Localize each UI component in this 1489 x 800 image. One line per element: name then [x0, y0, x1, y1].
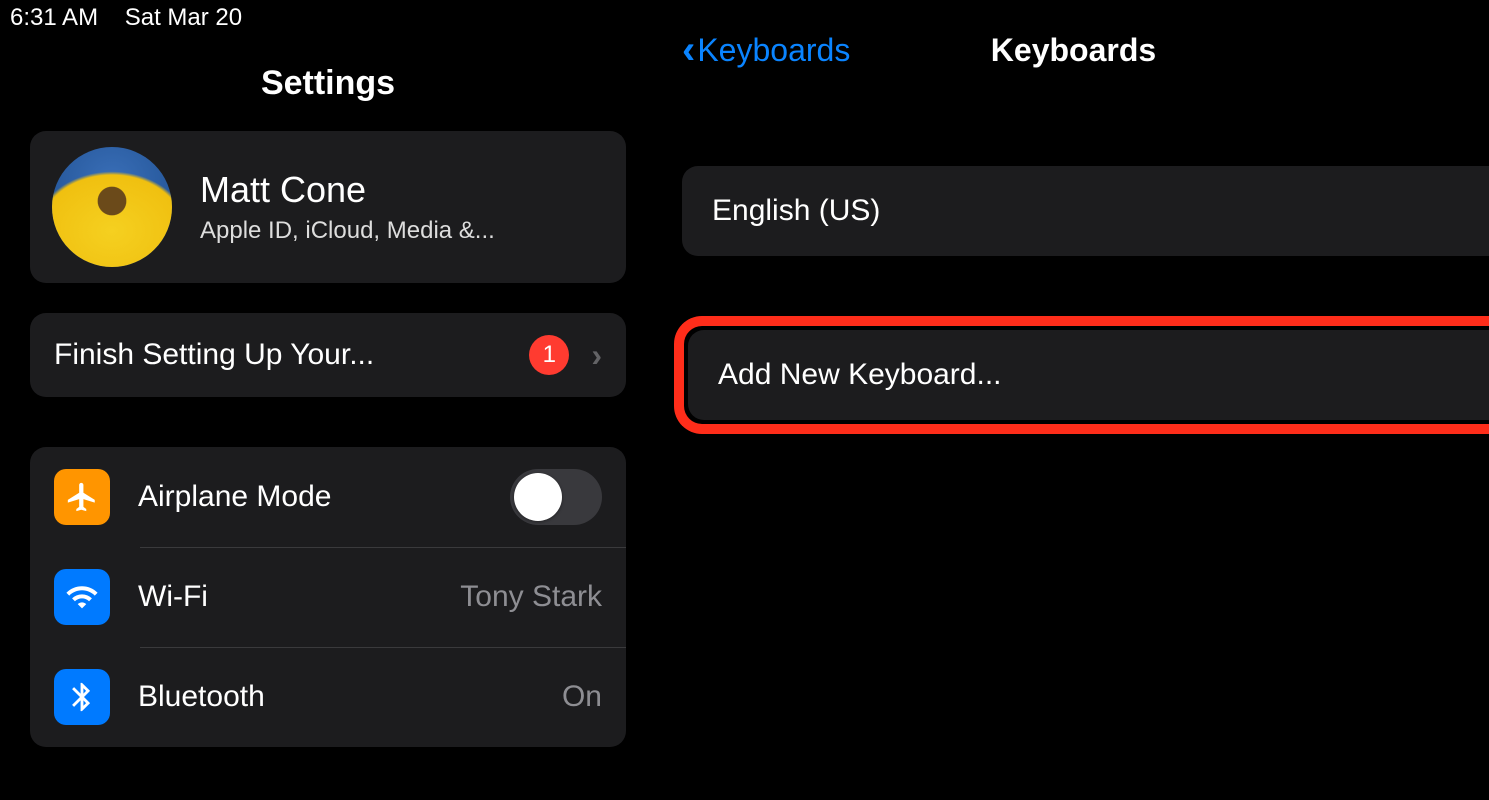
- bluetooth-value: On: [562, 680, 602, 714]
- badge: 1: [529, 335, 569, 375]
- chevron-left-icon: ‹: [682, 30, 695, 70]
- back-button[interactable]: ‹ Keyboards: [682, 30, 850, 70]
- airplane-icon: [54, 469, 110, 525]
- avatar: [52, 147, 172, 267]
- row-label: Airplane Mode: [138, 480, 331, 514]
- finish-setup-group: Finish Setting Up Your... 1 ›: [30, 313, 626, 397]
- profile-name: Matt Cone: [200, 169, 495, 211]
- finish-setup-label: Finish Setting Up Your...: [54, 338, 374, 372]
- finish-setup-cell[interactable]: Finish Setting Up Your... 1 ›: [30, 313, 626, 397]
- profile-text: Matt Cone Apple ID, iCloud, Media &...: [200, 169, 495, 245]
- detail-panel: ‹ Keyboards Keyboards English (US) Add N…: [658, 0, 1489, 800]
- row-label: Bluetooth: [138, 680, 265, 714]
- chevron-right-icon: ›: [591, 337, 602, 374]
- status-time: 6:31 AM: [10, 4, 98, 31]
- bluetooth-cell[interactable]: Bluetooth On: [30, 647, 626, 747]
- highlight-annotation: Add New Keyboard...: [674, 316, 1489, 434]
- detail-title: Keyboards: [991, 32, 1156, 69]
- wifi-value: Tony Stark: [460, 580, 602, 614]
- status-bar: 6:31 AM Sat Mar 20: [0, 0, 656, 40]
- page-title: Settings: [0, 40, 656, 131]
- airplane-mode-cell[interactable]: Airplane Mode: [30, 447, 626, 547]
- back-label: Keyboards: [697, 32, 850, 69]
- bluetooth-icon: [54, 669, 110, 725]
- row-label: Wi-Fi: [138, 580, 208, 614]
- wifi-icon: [54, 569, 110, 625]
- wifi-cell[interactable]: Wi-Fi Tony Stark: [30, 547, 626, 647]
- profile-group: Matt Cone Apple ID, iCloud, Media &...: [30, 131, 626, 283]
- add-new-keyboard-cell[interactable]: Add New Keyboard...: [688, 330, 1489, 420]
- keyboard-row[interactable]: English (US): [682, 166, 1489, 256]
- airplane-mode-toggle[interactable]: [510, 469, 602, 525]
- connectivity-group: Airplane Mode Wi-Fi Tony Stark Bluetooth…: [30, 447, 626, 747]
- keyboard-list-group: English (US): [682, 166, 1489, 256]
- toggle-knob: [514, 473, 562, 521]
- apple-id-cell[interactable]: Matt Cone Apple ID, iCloud, Media &...: [30, 131, 626, 283]
- profile-subtitle: Apple ID, iCloud, Media &...: [200, 217, 495, 245]
- settings-sidebar: 6:31 AM Sat Mar 20 Settings Matt Cone Ap…: [0, 0, 658, 800]
- detail-header: ‹ Keyboards Keyboards: [658, 0, 1489, 96]
- status-date: Sat Mar 20: [125, 4, 242, 31]
